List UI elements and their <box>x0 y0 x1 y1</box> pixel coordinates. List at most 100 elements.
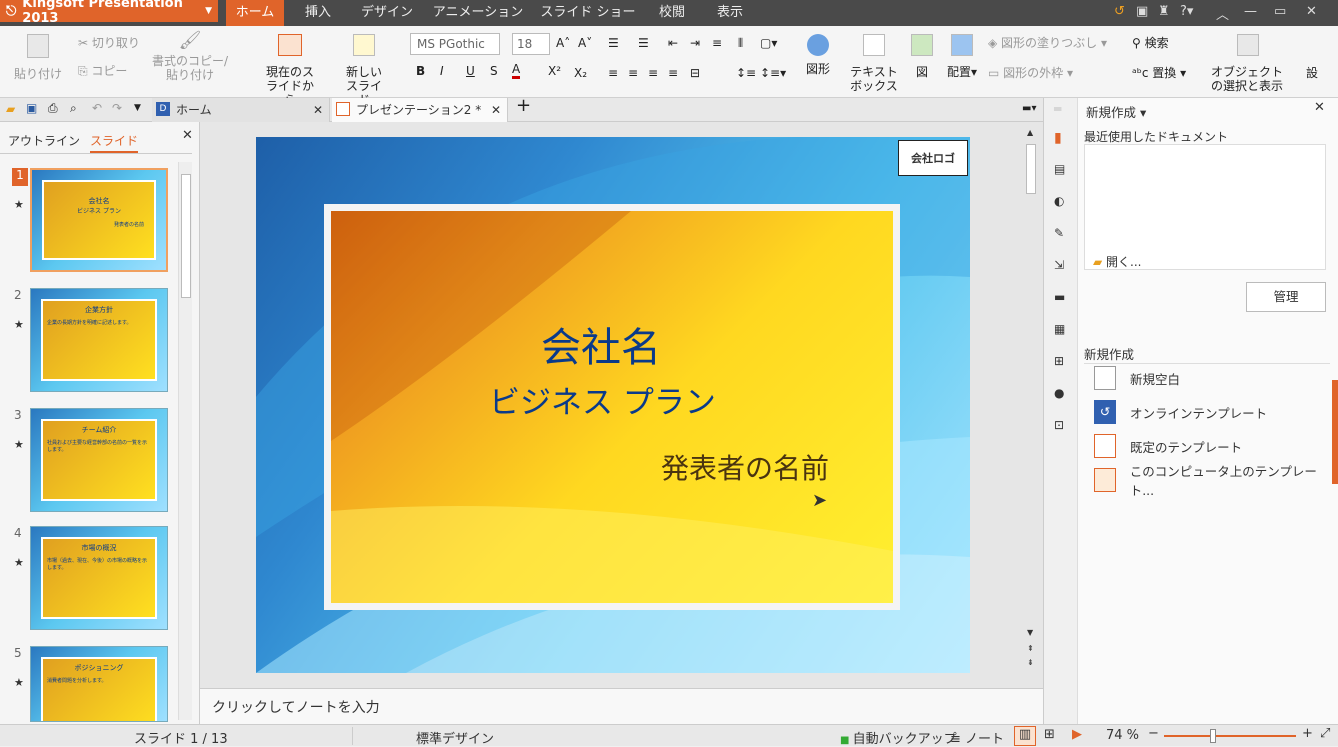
next-slide-icon[interactable]: ⇟ <box>1027 658 1034 667</box>
scroll-down-icon[interactable]: ▼ <box>1027 628 1033 637</box>
font-size-select[interactable]: 18 <box>512 33 550 55</box>
new-slide-button[interactable]: 新しいスライド <box>336 34 392 107</box>
app-menu-button[interactable]: ⎋ Kingsoft Presentation 2013 ▼ <box>0 0 218 26</box>
find-button[interactable]: ⚲ 検索 <box>1132 36 1169 50</box>
canvas-scrollbar[interactable]: ▲ ▼ ⇞ ⇟ <box>1024 128 1038 678</box>
local-template-item[interactable]: このコンピュータ上のテンプレート... <box>1094 464 1338 498</box>
zoom-slider-thumb[interactable] <box>1210 729 1216 743</box>
custom-animation-icon[interactable]: ✎ <box>1054 226 1064 240</box>
company-logo-box[interactable]: 会社ロゴ <box>898 140 968 176</box>
shape-button[interactable]: 図形 <box>800 34 836 76</box>
recent-docs-list[interactable]: ▰ 開く... <box>1084 144 1326 270</box>
slide-design-icon[interactable]: ▬ <box>1054 290 1065 304</box>
menu-tab-insert[interactable]: 挿入 <box>294 0 342 26</box>
close-pane-icon[interactable]: ✕ <box>1314 100 1325 115</box>
menu-tab-view[interactable]: 表示 <box>706 0 754 26</box>
shapes-pane-icon[interactable]: ● <box>1054 386 1064 400</box>
strip-collapse-icon[interactable]: ═ <box>1054 102 1061 116</box>
slide-canvas[interactable]: 会社ロゴ 会社名 ビジネス プラン 発表者の名前 <box>256 137 970 673</box>
menu-tab-animation[interactable]: アニメーション <box>430 0 526 26</box>
photo-icon[interactable]: ▣ <box>1136 4 1148 19</box>
save-icon[interactable]: ▣ <box>26 101 37 115</box>
select-objects-button[interactable]: オブジェクトの選択と表示 <box>1206 34 1288 93</box>
sorter-view-icon[interactable]: ⊞ <box>1044 727 1055 742</box>
slide-title[interactable]: 会社名 <box>541 315 661 373</box>
superscript-icon[interactable]: X² <box>548 64 561 78</box>
columns-icon[interactable]: ⫴ <box>738 36 743 50</box>
bullets-icon[interactable]: ☰ <box>608 36 619 50</box>
replace-button[interactable]: ᵃᵇc 置換 ▾ <box>1132 66 1186 80</box>
thumbnail-scrollbar[interactable] <box>178 162 192 720</box>
slide-thumbnail-3[interactable]: チーム紹介 社員および主要な経営幹部の名前の一覧を示します。 <box>30 408 168 512</box>
slide-thumbnail-4[interactable]: 市場の概況 市場（過去、現在、今後）の市場の概略を示します。 <box>30 526 168 630</box>
minimize-icon[interactable]: — <box>1244 4 1257 19</box>
canvas-scrollbar-thumb[interactable] <box>1026 144 1036 194</box>
underline-icon[interactable]: U <box>466 64 475 78</box>
picture-button[interactable]: 図 <box>908 34 936 79</box>
close-tab-icon[interactable]: ✕ <box>491 98 501 122</box>
notes-toggle[interactable]: ≡ ノート <box>950 728 1004 747</box>
align-center-icon[interactable]: ≡ <box>628 66 638 80</box>
default-template-item[interactable]: 既定のテンプレート <box>1094 432 1242 460</box>
shirt-icon[interactable]: ♜ <box>1158 4 1170 19</box>
menu-tab-slideshow[interactable]: スライド ショー <box>536 0 640 26</box>
close-icon[interactable]: ✕ <box>1306 4 1317 19</box>
arrange-button[interactable]: 配置▾ <box>942 34 982 79</box>
auto-backup-status[interactable]: ■ 自動バックアップ <box>840 728 957 747</box>
new-blank-item[interactable]: 新規空白 <box>1094 364 1180 392</box>
italic-icon[interactable]: I <box>440 64 444 78</box>
settings-partial-label[interactable]: 設 <box>1306 66 1318 80</box>
undo-icon[interactable]: ↶ <box>92 101 102 115</box>
justify-icon[interactable]: ≡ <box>668 66 678 80</box>
zoom-level[interactable]: 74 % <box>1106 728 1139 743</box>
normal-view-icon[interactable]: ▥ <box>1014 726 1036 746</box>
tab-slides[interactable]: スライド <box>90 132 139 153</box>
transition-icon[interactable]: ⇲ <box>1054 258 1064 272</box>
zoom-out-icon[interactable]: − <box>1148 726 1159 741</box>
align-left-icon[interactable]: ≡ <box>608 66 618 80</box>
scrollbar-thumb[interactable] <box>181 174 191 298</box>
slide-content-frame[interactable]: 会社名 ビジネス プラン 発表者の名前 <box>324 204 900 610</box>
shape-fill-button[interactable]: ◈ 図形の塗りつぶし ▾ <box>988 36 1107 50</box>
text-dir-icon[interactable]: ≡ <box>712 36 722 50</box>
notes-pane[interactable]: クリックしてノートを入力 <box>200 688 1043 724</box>
layout-icon[interactable]: ▤ <box>1054 162 1065 176</box>
from-current-slide-button[interactable]: 現在のスライドから <box>248 34 332 107</box>
skin-icon[interactable]: ↺ <box>1114 4 1125 19</box>
font-grow-icon[interactable]: A˄ <box>556 36 570 50</box>
tab-home[interactable]: D ホーム ✕ <box>152 98 330 122</box>
font-color-icon[interactable]: A <box>512 62 521 79</box>
prev-slide-icon[interactable]: ⇞ <box>1027 644 1034 653</box>
numbering-icon[interactable]: ☰ <box>638 36 649 50</box>
collapse-ribbon-icon[interactable]: ︿ <box>1216 4 1229 23</box>
paragraph-spacing-icon[interactable]: ↕≡▾ <box>760 66 786 80</box>
quick-access-chevron-icon[interactable]: ▼ <box>134 101 141 115</box>
cut-button[interactable]: ✂ 切り取り <box>78 36 140 50</box>
backup-icon[interactable]: ⊡ <box>1054 418 1064 432</box>
copy-button[interactable]: ⎘ コピー <box>78 64 127 78</box>
zoom-slider[interactable] <box>1164 729 1296 743</box>
zoom-in-icon[interactable]: + <box>1302 726 1313 741</box>
line-spacing-icon[interactable]: ↕≡ <box>736 66 756 80</box>
open-folder-icon[interactable]: ▰ <box>6 102 15 116</box>
slide-thumbnail-2[interactable]: 企業方針 企業の長期方針を明確に記述します。 <box>30 288 168 392</box>
add-tab-icon[interactable]: + <box>516 97 531 115</box>
tab-presentation[interactable]: プレゼンテーション2 * ✕ <box>332 98 508 122</box>
distribute-icon[interactable]: ⊟ <box>690 66 700 80</box>
tab-list-icon[interactable]: ▬▾ <box>1022 102 1036 116</box>
tab-outline[interactable]: アウトライン <box>8 132 80 149</box>
grid-icon[interactable]: ⊞ <box>1054 354 1064 368</box>
new-document-icon[interactable]: ▮ <box>1054 130 1062 146</box>
slide-subtitle[interactable]: ビジネス プラン <box>489 377 716 422</box>
indent-icon[interactable]: ⇥ <box>690 36 700 50</box>
fit-window-icon[interactable]: ⤢ <box>1320 726 1330 741</box>
paste-button[interactable]: 貼り付け <box>8 34 68 81</box>
align-right-icon[interactable]: ≡ <box>648 66 658 80</box>
close-tab-icon[interactable]: ✕ <box>313 98 323 122</box>
palette-icon[interactable]: ◐ <box>1054 194 1064 208</box>
maximize-icon[interactable]: ▭ <box>1274 4 1286 19</box>
textbox-button[interactable]: テキストボックス <box>844 34 904 93</box>
redo-icon[interactable]: ↷ <box>112 101 122 115</box>
help-icon[interactable]: ?▾ <box>1180 4 1193 19</box>
bold-icon[interactable]: B <box>416 64 425 78</box>
